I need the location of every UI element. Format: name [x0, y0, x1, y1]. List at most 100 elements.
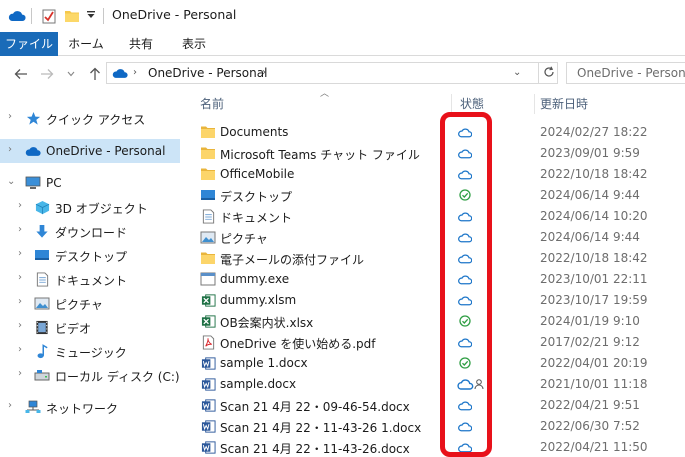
file-date: 2024/06/14 9:44 — [540, 230, 640, 244]
picture-file-icon — [200, 229, 216, 245]
back-arrow-icon[interactable] — [12, 65, 30, 83]
file-name[interactable]: ピクチャ — [220, 230, 268, 247]
expand-chevron-icon[interactable]: › — [18, 368, 22, 379]
video-icon — [34, 319, 50, 335]
file-date: 2017/02/21 9:12 — [540, 335, 640, 349]
expand-chevron-icon[interactable]: › — [18, 248, 22, 259]
window-title: OneDrive - Personal — [112, 7, 237, 22]
word-file-icon — [200, 355, 216, 371]
nav-item-3d-objects[interactable]: › 3D オブジェクト — [0, 195, 180, 219]
file-date: 2022/04/01 20:19 — [540, 356, 648, 370]
nav-item-desktop[interactable]: › デスクトップ — [0, 243, 180, 267]
file-name[interactable]: OfficeMobile — [220, 167, 294, 181]
file-name[interactable]: Scan 21 4月 22・11-43-26 1.docx — [220, 419, 421, 436]
nav-item-videos[interactable]: › ビデオ — [0, 315, 180, 339]
disk-icon — [34, 367, 50, 383]
expand-chevron-icon[interactable]: › — [18, 320, 22, 331]
download-icon — [34, 223, 50, 239]
expand-chevron-icon[interactable]: › — [8, 400, 12, 411]
onedrive-cloud-icon — [112, 67, 128, 79]
refresh-button[interactable] — [538, 62, 558, 84]
file-date: 2024/01/19 9:10 — [540, 314, 640, 328]
refresh-icon — [543, 66, 555, 81]
nav-item-downloads[interactable]: › ダウンロード — [0, 219, 180, 243]
quick-access-dropdown-icon[interactable] — [86, 10, 96, 20]
nav-item-local-disk[interactable]: › ローカル ディスク (C:) — [0, 363, 180, 387]
recent-dropdown-icon[interactable] — [62, 65, 80, 83]
expand-chevron-icon[interactable]: › — [18, 272, 22, 283]
expand-chevron-icon[interactable]: › — [18, 344, 22, 355]
file-date: 2024/06/14 10:20 — [540, 209, 648, 223]
expand-chevron-icon[interactable]: › — [18, 296, 22, 307]
document-file-icon — [200, 208, 216, 224]
tab-file[interactable]: ファイル — [0, 32, 58, 56]
column-header-date[interactable]: 更新日時 — [540, 92, 588, 116]
file-name[interactable]: Microsoft Teams チャット ファイル — [220, 146, 420, 163]
nav-item-quick-access[interactable]: › クイック アクセス — [0, 106, 180, 130]
column-separator[interactable] — [451, 94, 452, 114]
new-folder-icon[interactable] — [64, 8, 80, 24]
file-name[interactable]: Scan 21 4月 22・11-43-26.docx — [220, 440, 410, 457]
file-date: 2021/10/01 11:18 — [540, 377, 648, 391]
file-date: 2024/02/27 18:22 — [540, 125, 648, 139]
file-date: 2022/06/30 7:52 — [540, 419, 640, 433]
expand-chevron-icon[interactable]: › — [18, 200, 22, 211]
nav-item-pc[interactable]: ⌄ PC — [0, 171, 180, 195]
expand-chevron-icon[interactable]: › — [8, 144, 12, 155]
folder-file-icon — [200, 124, 216, 140]
nav-item-label: OneDrive - Personal — [46, 144, 166, 158]
column-header-name[interactable]: 名前 — [200, 92, 224, 116]
word-file-icon — [200, 439, 216, 455]
file-date: 2024/06/14 9:44 — [540, 188, 640, 202]
expand-chevron-icon[interactable]: › — [8, 111, 12, 122]
nav-item-music[interactable]: › ミュージック — [0, 339, 180, 363]
breadcrumb-chevron-icon[interactable]: › — [262, 67, 266, 78]
nav-item-network[interactable]: › ネットワーク — [0, 395, 180, 419]
tab-view[interactable]: 表示 — [168, 32, 220, 56]
folder-file-icon — [200, 250, 216, 266]
forward-arrow-icon[interactable] — [38, 65, 56, 83]
address-dropdown-icon[interactable]: ⌄ — [513, 67, 521, 78]
file-name[interactable]: dummy.xlsm — [220, 293, 296, 307]
nav-item-label: ダウンロード — [55, 226, 128, 240]
nav-item-label: PC — [46, 176, 62, 190]
file-date: 2022/10/18 18:42 — [540, 251, 648, 265]
file-name[interactable]: sample 1.docx — [220, 356, 308, 370]
expand-chevron-icon[interactable]: › — [18, 224, 22, 235]
properties-checkbox-icon[interactable] — [42, 8, 56, 24]
excel-file-icon — [200, 292, 216, 308]
music-icon — [34, 343, 50, 359]
nav-item-onedrive[interactable]: › OneDrive - Personal — [0, 139, 180, 163]
collapse-chevron-icon[interactable]: ⌄ — [7, 176, 15, 187]
cloud-icon — [25, 143, 41, 159]
document-icon — [34, 271, 50, 287]
file-name[interactable]: Documents — [220, 125, 288, 139]
file-date: 2023/10/01 22:11 — [540, 272, 648, 286]
nav-item-documents[interactable]: › ドキュメント — [0, 267, 180, 291]
exe-file-icon — [200, 271, 216, 287]
up-arrow-icon[interactable] — [86, 65, 104, 83]
breadcrumb-path[interactable]: OneDrive - Personal — [148, 66, 267, 80]
file-name[interactable]: OneDrive を使い始める.pdf — [220, 335, 376, 352]
file-name[interactable]: デスクトップ — [220, 188, 292, 205]
nav-item-pictures[interactable]: › ピクチャ — [0, 291, 180, 315]
file-name[interactable]: 電子メールの添付ファイル — [220, 251, 364, 268]
nav-item-label: 3D オブジェクト — [55, 202, 148, 216]
search-input[interactable]: OneDrive - Personal(( — [566, 62, 685, 84]
folder-file-icon — [200, 145, 216, 161]
status-column-highlight — [440, 112, 492, 457]
file-name[interactable]: sample.docx — [220, 377, 296, 391]
breadcrumb-chevron-icon[interactable]: › — [133, 67, 137, 78]
column-separator[interactable] — [534, 94, 535, 114]
navigation-pane: › クイック アクセス › OneDrive - Personal ⌄ PC ›… — [0, 92, 180, 457]
tab-share[interactable]: 共有 — [114, 32, 168, 56]
file-name[interactable]: OB会案内状.xlsx — [220, 314, 313, 331]
file-name[interactable]: ドキュメント — [220, 209, 292, 226]
title-bar: OneDrive - Personal — [0, 0, 685, 32]
file-name[interactable]: dummy.exe — [220, 272, 289, 286]
address-bar[interactable]: › OneDrive - Personal › ⌄ — [106, 62, 558, 84]
ribbon-tabs: ファイル ホーム 共有 表示 — [0, 32, 685, 56]
desktop-icon — [34, 247, 50, 263]
tab-home[interactable]: ホーム — [58, 32, 114, 56]
file-name[interactable]: Scan 21 4月 22・09-46-54.docx — [220, 398, 410, 415]
